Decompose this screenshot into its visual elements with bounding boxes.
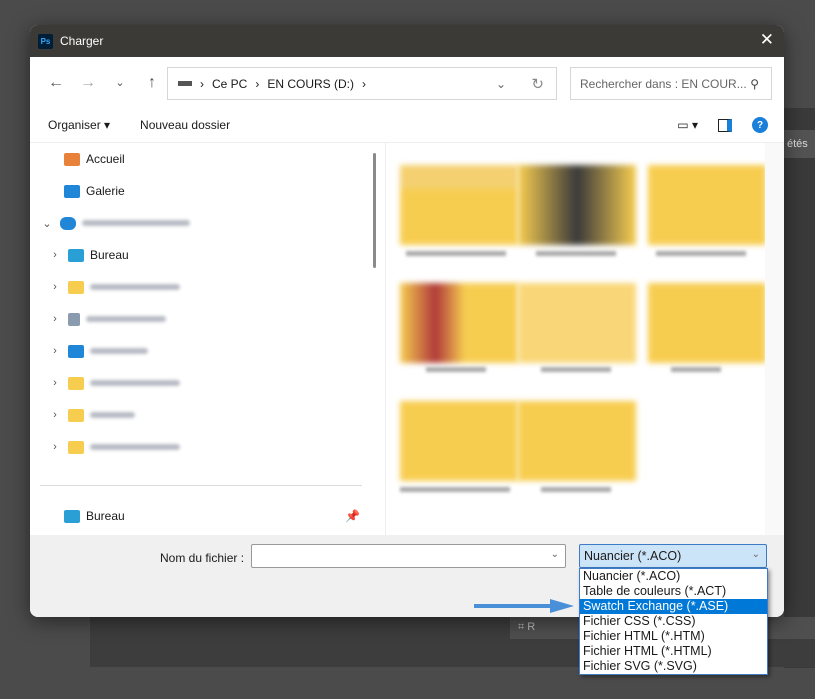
nav-item[interactable]: › (30, 303, 370, 335)
chevron-down-icon: ⌄ (751, 549, 760, 560)
option-aco[interactable]: Nuancier (*.ACO) (580, 569, 767, 584)
breadcrumb-drive[interactable]: EN COURS (D:) (267, 77, 354, 91)
toolbar: Organiser ▾ Nouveau dossier (30, 108, 784, 143)
crop-icon: ⌗ (518, 621, 528, 633)
photoshop-icon: Ps (38, 33, 53, 49)
file-list (385, 143, 766, 535)
folder-item[interactable] (400, 165, 518, 245)
arrow-annotation (474, 599, 574, 613)
folder-icon (68, 440, 84, 454)
title-bar: Ps Charger ✕ (30, 25, 784, 57)
up-icon[interactable]: ↑ (136, 74, 168, 92)
nav-item[interactable]: › (30, 335, 370, 367)
folder-item[interactable] (518, 401, 636, 481)
option-css[interactable]: Fichier CSS (*.CSS) (580, 614, 767, 629)
refresh-icon[interactable]: ↻ (531, 75, 544, 93)
desktop-icon (64, 509, 80, 523)
preview-pane-icon[interactable] (718, 118, 732, 132)
breadcrumb-ce-pc[interactable]: Ce PC (212, 77, 247, 91)
option-act[interactable]: Table de couleurs (*.ACT) (580, 584, 767, 599)
option-ase[interactable]: Swatch Exchange (*.ASE) (580, 599, 767, 614)
file-type-select[interactable]: Nuancier (*.ACO) ⌄ (579, 544, 767, 568)
nav-item-onedrive[interactable]: ⌄ (30, 207, 370, 239)
option-html[interactable]: Fichier HTML (*.HTML) (580, 644, 767, 659)
nav-scrollbar[interactable] (373, 153, 376, 268)
document-icon (68, 312, 80, 326)
folder-item[interactable] (648, 283, 766, 363)
home-icon (64, 152, 80, 166)
folder-item[interactable] (400, 283, 518, 363)
nav-item[interactable]: › (30, 367, 370, 399)
close-icon[interactable]: ✕ (760, 30, 774, 50)
folder-icon (68, 280, 84, 294)
nav-item[interactable]: › (30, 431, 370, 463)
open-dialog: Ps Charger ✕ ← → ⌄ ↑ › Ce PC › EN COURS … (30, 25, 784, 617)
folder-item[interactable] (648, 165, 766, 245)
recent-chevron-icon[interactable]: ⌄ (104, 76, 136, 89)
cloud-icon (60, 216, 76, 230)
arrow-shaft (474, 604, 554, 608)
gallery-icon (64, 184, 80, 198)
dialog-title: Charger (60, 34, 104, 48)
pinned-bureau[interactable]: Bureau 📌 (64, 500, 364, 532)
chevron-down-icon[interactable]: ⌄ (34, 217, 60, 230)
content-scrollbar[interactable] (765, 143, 784, 535)
view-icon[interactable]: ▭ ▾ (677, 118, 698, 132)
search-icon: ⚲ (750, 76, 759, 91)
back-icon[interactable]: ← (40, 74, 72, 92)
nav-item-galerie[interactable]: Galerie (30, 175, 370, 207)
arrow-head (550, 599, 574, 613)
pin-icon[interactable]: 📌 (345, 509, 360, 523)
folder-item[interactable] (400, 401, 518, 481)
folder-item[interactable] (518, 165, 636, 245)
nav-divider (40, 485, 362, 486)
drive-icon (178, 81, 192, 86)
filename-input[interactable]: ⌄ (251, 544, 566, 568)
breadcrumb[interactable]: › Ce PC › EN COURS (D:) › ⌄ ↻ (167, 67, 557, 100)
folder-icon (68, 408, 84, 422)
nav-item[interactable]: › (30, 399, 370, 431)
organise-button[interactable]: Organiser ▾ (48, 118, 110, 132)
option-svg[interactable]: Fichier SVG (*.SVG) (580, 659, 767, 674)
search-input[interactable]: Rechercher dans : EN COUR... ⚲ (570, 67, 772, 100)
pictures-icon (68, 344, 84, 358)
forward-icon[interactable]: → (72, 74, 104, 92)
folder-item[interactable] (518, 283, 636, 363)
filename-label: Nom du fichier : (160, 551, 245, 565)
chevron-down-icon[interactable]: ⌄ (551, 549, 559, 560)
background-panel (784, 108, 815, 668)
file-type-dropdown-list: Nuancier (*.ACO) Table de couleurs (*.AC… (579, 568, 768, 675)
nav-item-accueil[interactable]: Accueil (30, 143, 370, 175)
background-panel-tab: étés (784, 130, 815, 158)
chevron-down-icon[interactable]: ⌄ (496, 77, 506, 91)
folder-icon (68, 376, 84, 390)
option-htm[interactable]: Fichier HTML (*.HTM) (580, 629, 767, 644)
help-icon[interactable]: ? (752, 117, 768, 133)
nav-item-bureau[interactable]: › Bureau (30, 239, 370, 271)
desktop-icon (68, 248, 84, 262)
navigation-pane: Accueil Galerie ⌄ › Bureau › › › › › › Bu… (30, 143, 370, 535)
chevron-right-icon[interactable]: › (42, 249, 68, 261)
nav-item[interactable]: › (30, 271, 370, 303)
view-controls: ▭ ▾ ? (677, 117, 768, 133)
new-folder-button[interactable]: Nouveau dossier (140, 118, 230, 132)
